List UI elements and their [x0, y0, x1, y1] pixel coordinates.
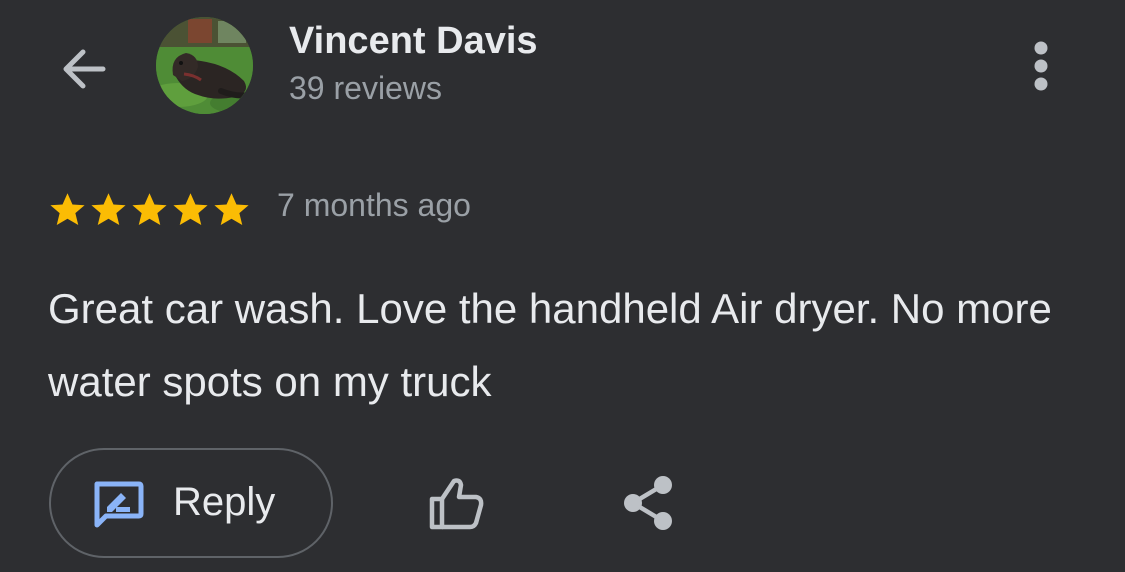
star-rating: [47, 187, 252, 231]
like-button[interactable]: [421, 470, 491, 536]
review-text: Great car wash. Love the handheld Air dr…: [48, 285, 1052, 405]
more-vertical-icon: [1034, 41, 1048, 91]
reply-label: Reply: [173, 480, 276, 524]
star-icon: [91, 192, 126, 225]
back-button[interactable]: [52, 38, 114, 100]
stars-container: [47, 189, 252, 230]
star-icon: [173, 192, 208, 225]
dog-on-grass-photo: [156, 17, 253, 114]
review-count[interactable]: 39 reviews: [289, 70, 442, 107]
arrow-left-icon: [63, 49, 106, 89]
share-button[interactable]: [615, 470, 681, 536]
share-icon: [624, 476, 672, 530]
reply-button[interactable]: Reply: [49, 448, 333, 558]
rate-review-icon: [94, 481, 144, 528]
star-icon: [214, 192, 249, 225]
avatar[interactable]: [156, 17, 253, 114]
review-timestamp: 7 months ago: [277, 187, 471, 223]
star-icon: [132, 192, 167, 225]
thumb-up-icon: [429, 478, 484, 530]
more-options-button[interactable]: [1012, 34, 1070, 98]
star-icon: [50, 192, 85, 225]
user-name[interactable]: Vincent Davis: [289, 20, 538, 63]
